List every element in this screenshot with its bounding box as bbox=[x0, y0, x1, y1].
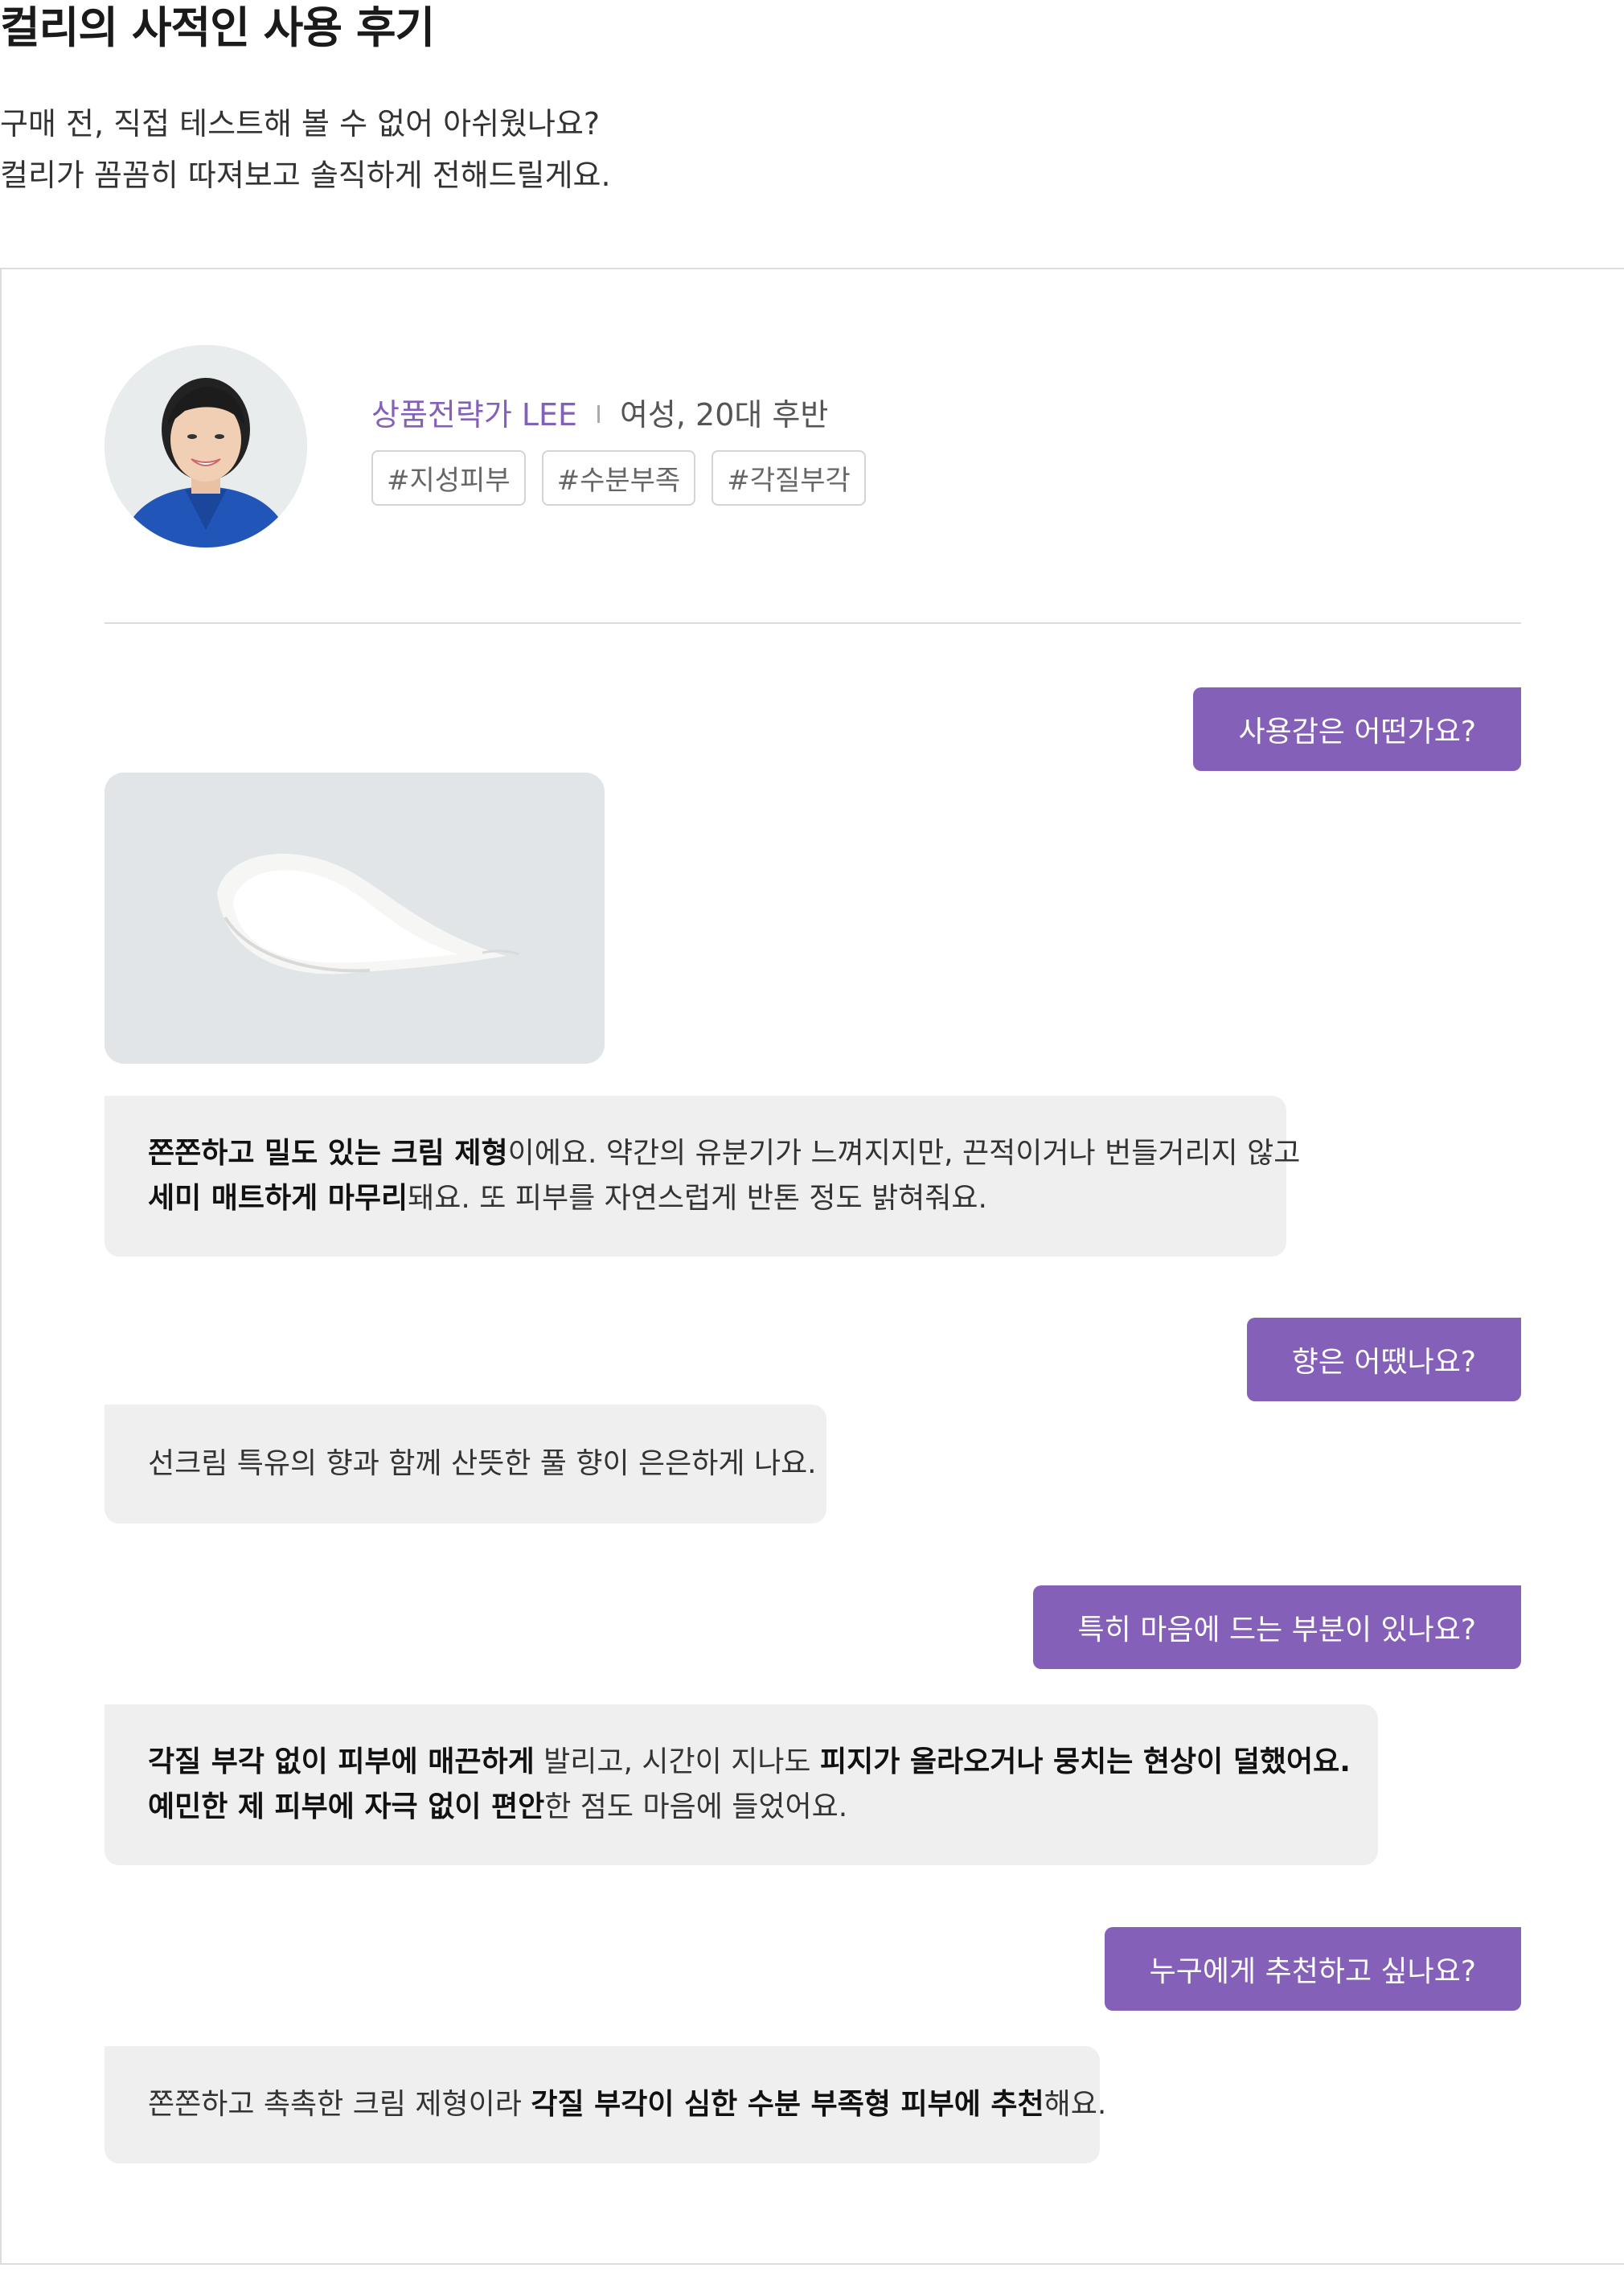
question-bubble: 특히 마음에 드는 부분이 있나요? bbox=[1032, 1585, 1521, 1669]
cream-swatch-icon bbox=[105, 773, 605, 1064]
reviewer-role: 상품전략가 LEE bbox=[371, 397, 578, 433]
question-bubble: 누구에게 추천하고 싶나요? bbox=[1104, 1927, 1521, 2011]
answer-text: 돼요. 또 피부를 자연스럽게 반톤 정도 밝혀줘요. bbox=[408, 1182, 987, 1215]
page-title: 컬리의 사적인 사용 후기 bbox=[0, 2, 435, 53]
answer-bubble: 쫀쫀하고 밀도 있는 크림 제형이에요. 약간의 유분기가 느껴지지만, 끈적이… bbox=[105, 1096, 1300, 1257]
cream-texture-image bbox=[105, 773, 605, 1064]
answer-highlight: 세미 매트하게 마무리 bbox=[148, 1182, 408, 1215]
reviewer-avatar bbox=[105, 345, 307, 547]
reviewer-photo-icon bbox=[105, 345, 307, 547]
answer-line: 쫀쫀하고 촉촉한 크림 제형이라 각질 부각이 심한 수분 부족형 피부에 추천… bbox=[148, 2082, 1106, 2127]
skin-tag: #수분부족 bbox=[541, 450, 696, 506]
answer-line: 쫀쫀하고 밀도 있는 크림 제형이에요. 약간의 유분기가 느껴지지만, 끈적이… bbox=[148, 1131, 1300, 1176]
answer-highlight: 피지가 올라오거나 뭉치는 현상이 덜했어요. bbox=[820, 1745, 1351, 1778]
answer-text: 발리고, 시간이 지나도 bbox=[534, 1745, 820, 1778]
answer-text: 선크림 특유의 향과 함께 산뜻한 풀 향이 은은하게 나요. bbox=[148, 1447, 817, 1480]
answer-text: 한 점도 마음에 들었어요. bbox=[544, 1790, 848, 1823]
answer-text: 이에요. 약간의 유분기가 느껴지지만, 끈적이거나 번들거리지 않고 bbox=[507, 1137, 1301, 1170]
intro-text: 구매 전, 직접 테스트해 볼 수 없어 아쉬웠나요? 컬리가 꼼꼼히 따져보고… bbox=[0, 98, 611, 201]
answer-text: 쫀쫀하고 촉촉한 크림 제형이라 bbox=[148, 2088, 531, 2121]
intro-line: 구매 전, 직접 테스트해 볼 수 없어 아쉬웠나요? bbox=[0, 106, 601, 141]
intro-line: 컬리가 꼼꼼히 따져보고 솔직하게 전해드릴게요. bbox=[0, 158, 611, 193]
reviewer-separator: I bbox=[595, 401, 602, 429]
answer-line: 예민한 제 피부에 자극 없이 편안한 점도 마음에 들었어요. bbox=[148, 1785, 1335, 1830]
answer-highlight: 각질 부각이 심한 수분 부족형 피부에 추천 bbox=[531, 2088, 1044, 2121]
answer-text: 해요. bbox=[1044, 2088, 1107, 2121]
answer-line: 선크림 특유의 향과 함께 산뜻한 풀 향이 은은하게 나요. bbox=[148, 1442, 817, 1487]
reviewer-profile: 여성, 20대 후반 bbox=[619, 397, 829, 433]
skin-tags: #지성피부 #수분부족 #각질부각 bbox=[371, 450, 866, 506]
answer-line: 각질 부각 없이 피부에 매끈하게 발리고, 시간이 지나도 피지가 올라오거나… bbox=[148, 1740, 1351, 1785]
answer-highlight: 예민한 제 피부에 자극 없이 편안 bbox=[148, 1790, 545, 1823]
answer-line: 세미 매트하게 마무리돼요. 또 피부를 자연스럽게 반톤 정도 밝혀줘요. bbox=[148, 1176, 1243, 1221]
reviewer-info: 상품전략가 LEE I 여성, 20대 후반 bbox=[371, 390, 828, 434]
answer-bubble: 선크림 특유의 향과 함께 산뜻한 풀 향이 은은하게 나요. bbox=[105, 1405, 826, 1524]
skin-tag: #각질부각 bbox=[712, 450, 866, 506]
question-bubble: 향은 어땠나요? bbox=[1246, 1318, 1521, 1401]
answer-bubble: 쫀쫀하고 촉촉한 크림 제형이라 각질 부각이 심한 수분 부족형 피부에 추천… bbox=[105, 2046, 1106, 2163]
review-card: 상품전략가 LEE I 여성, 20대 후반 #지성피부 #수분부족 #각질부각 사… bbox=[0, 268, 1624, 2265]
answer-bubble: 각질 부각 없이 피부에 매끈하게 발리고, 시간이 지나도 피지가 올라오거나… bbox=[105, 1704, 1378, 1865]
question-bubble: 사용감은 어떤가요? bbox=[1193, 687, 1521, 771]
skin-tag: #지성피부 bbox=[371, 450, 526, 506]
answer-highlight: 각질 부각 없이 피부에 매끈하게 bbox=[148, 1745, 535, 1778]
answer-highlight: 쫀쫀하고 밀도 있는 크림 제형 bbox=[148, 1137, 508, 1170]
divider bbox=[105, 622, 1521, 624]
